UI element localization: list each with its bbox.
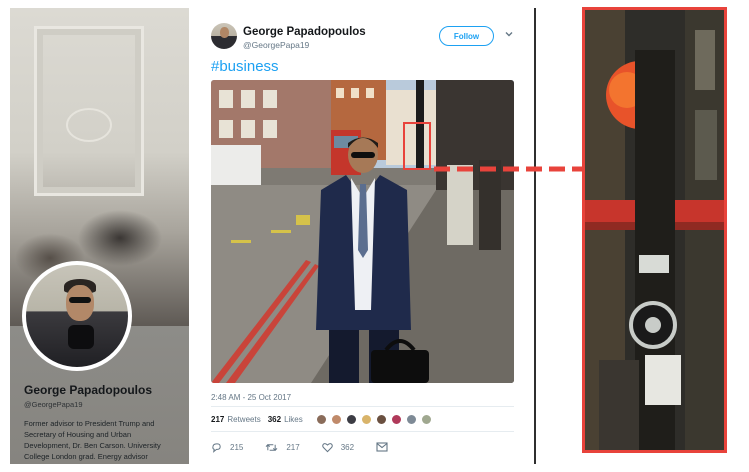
reply-icon — [212, 442, 221, 453]
liker-avatar[interactable] — [390, 413, 402, 425]
profile-description: Former advisor to President Trump and Se… — [24, 419, 161, 461]
profile-avatar[interactable] — [22, 261, 132, 371]
retweets-count[interactable]: 217 — [211, 415, 224, 424]
likes-label[interactable]: Likes — [284, 415, 303, 424]
avatar-sunglasses — [69, 297, 91, 303]
tweet-timestamp[interactable]: 2:48 AM - 25 Oct 2017 — [211, 393, 291, 402]
like-button[interactable]: 362 — [321, 442, 355, 453]
profile-name[interactable]: George Papadopoulos — [24, 383, 177, 397]
reply-count: 215 — [230, 442, 244, 452]
follow-button[interactable]: Follow — [439, 26, 494, 46]
author-handle[interactable]: @GeorgePapa19 — [243, 40, 309, 50]
zoomed-crop-panel — [582, 7, 727, 453]
retweets-label[interactable]: Retweets — [227, 415, 260, 424]
panel-divider — [534, 8, 536, 464]
profile-handle[interactable]: @GeorgePapa19 — [24, 400, 177, 409]
tweet-photo[interactable] — [211, 80, 514, 383]
street-scene-photo — [211, 80, 514, 383]
avatar-microphones — [68, 325, 94, 349]
likes-count[interactable]: 362 — [268, 415, 281, 424]
tweet-actions: 215 217 362 — [211, 440, 391, 454]
author-name[interactable]: George Papadopoulos — [243, 26, 366, 38]
engagement-stats: 217 Retweets 362 Likes — [211, 406, 514, 432]
author-avatar[interactable] — [211, 23, 237, 49]
highlight-box — [403, 122, 431, 170]
liker-avatar[interactable] — [420, 413, 432, 425]
wall-ornament — [66, 108, 112, 142]
avatar-face — [66, 285, 94, 321]
liker-avatar[interactable] — [330, 413, 342, 425]
heart-icon — [321, 442, 333, 452]
message-button[interactable] — [376, 442, 396, 452]
hashtag-link[interactable]: #business — [211, 58, 279, 75]
reply-button[interactable]: 215 — [211, 442, 243, 453]
liker-avatars — [315, 413, 436, 425]
liker-avatar[interactable] — [315, 413, 327, 425]
chevron-down-icon[interactable] — [503, 28, 515, 40]
zoomed-crop-image — [585, 10, 724, 450]
like-count: 362 — [340, 442, 355, 452]
connector-dashed-line — [434, 166, 582, 172]
liker-avatar[interactable] — [360, 413, 372, 425]
retweet-count: 217 — [286, 442, 300, 452]
liker-avatar[interactable] — [405, 413, 417, 425]
retweet-icon — [266, 443, 278, 451]
author-avatar-face — [220, 27, 229, 38]
envelope-icon — [376, 442, 388, 452]
liker-avatar[interactable] — [345, 413, 357, 425]
retweet-button[interactable]: 217 — [265, 442, 300, 453]
profile-card: George Papadopoulos @GeorgePapa19 Former… — [10, 8, 189, 464]
liker-avatar[interactable] — [375, 413, 387, 425]
tweet-card: George Papadopoulos @GeorgePapa19 Follow… — [189, 8, 535, 464]
